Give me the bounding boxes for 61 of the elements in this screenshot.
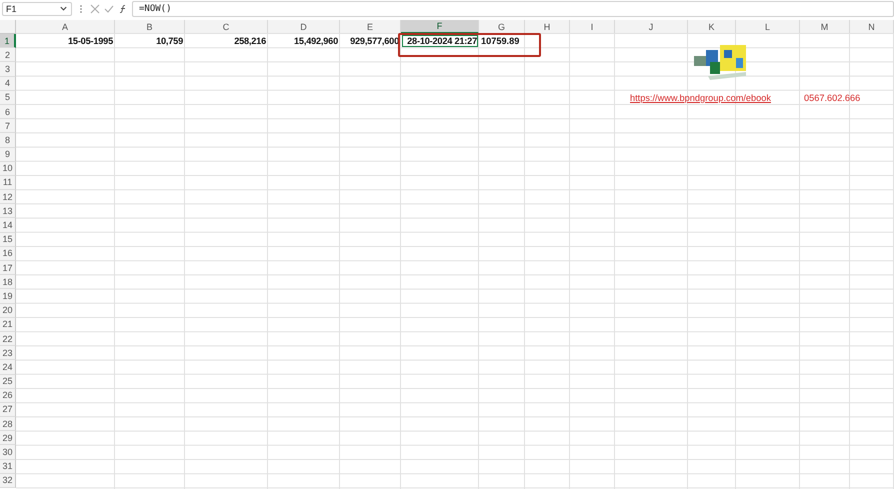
column-header[interactable]: E [340, 20, 401, 34]
row-header[interactable]: 23 [0, 346, 16, 360]
row-header[interactable]: 22 [0, 332, 16, 346]
column-header[interactable]: I [570, 20, 615, 34]
row-header[interactable]: 29 [0, 431, 16, 446]
column-header[interactable]: K [688, 20, 736, 34]
row-header[interactable]: 4 [0, 76, 16, 91]
row-header[interactable]: 27 [0, 402, 16, 418]
row-header[interactable]: 8 [0, 133, 16, 148]
formula-field[interactable]: =NOW() [132, 0, 894, 16]
row-header[interactable]: 30 [0, 445, 16, 460]
row-header[interactable]: 21 [0, 318, 16, 332]
table-cell[interactable]: 258,216 [185, 34, 268, 48]
row-header[interactable]: 16 [0, 246, 16, 261]
column-header[interactable]: B [115, 20, 185, 34]
column-header[interactable]: F [401, 20, 479, 34]
row-header[interactable]: 26 [0, 388, 16, 403]
selected-cell[interactable]: 28-10-2024 21:27 [401, 34, 479, 48]
row-header[interactable]: 28 [0, 417, 16, 432]
link[interactable]: https://www.bpndgroup.com/ebook [630, 90, 771, 105]
row-header[interactable]: 19 [0, 289, 16, 304]
column-header[interactable]: H [525, 20, 570, 34]
row-header[interactable]: 9 [0, 148, 16, 162]
row-header[interactable]: 5 [0, 90, 16, 105]
column-header[interactable]: G [479, 20, 525, 34]
row-header[interactable]: 12 [0, 190, 16, 204]
row-header[interactable]: 20 [0, 304, 16, 318]
column-header[interactable]: J [615, 20, 688, 34]
row-header[interactable]: 24 [0, 360, 16, 374]
function-icon[interactable] [118, 4, 128, 14]
row-header[interactable]: 6 [0, 104, 16, 120]
phone-number: 0567.602.666 [804, 92, 860, 105]
check-icon[interactable] [104, 4, 114, 14]
column-header[interactable]: D [268, 20, 340, 34]
table-cell[interactable]: 10,759 [115, 34, 185, 48]
row-header[interactable]: 13 [0, 204, 16, 218]
row-header[interactable]: 14 [0, 218, 16, 233]
chevron-down-icon[interactable] [59, 4, 68, 13]
row-header[interactable]: 2 [0, 48, 16, 62]
column-header[interactable]: A [16, 20, 115, 34]
column-header[interactable]: N [850, 20, 894, 34]
row-header[interactable]: 25 [0, 374, 16, 389]
table-cell[interactable]: 15,492,960 [268, 34, 340, 48]
column-header[interactable]: L [736, 20, 800, 34]
row-header[interactable]: 1 [0, 34, 16, 48]
close-icon[interactable] [90, 4, 100, 14]
row-header[interactable]: 31 [0, 460, 16, 474]
table-cell[interactable]: 15-05-1995 [16, 34, 115, 48]
table-cell[interactable]: 929,577,600 [340, 34, 401, 48]
column-header[interactable]: M [800, 20, 850, 34]
row-header[interactable]: 7 [0, 119, 16, 134]
row-header[interactable]: 17 [0, 261, 16, 276]
column-header[interactable]: C [185, 20, 268, 34]
row-header[interactable]: 3 [0, 62, 16, 77]
row-header[interactable]: 11 [0, 176, 16, 190]
name-box[interactable]: F1 [2, 2, 72, 16]
row-header[interactable]: 18 [0, 275, 16, 290]
row-header[interactable]: 32 [0, 474, 16, 488]
row-header[interactable]: 10 [0, 162, 16, 176]
row-header[interactable]: 15 [0, 232, 16, 247]
table-cell[interactable]: 10759.89 [479, 34, 525, 48]
